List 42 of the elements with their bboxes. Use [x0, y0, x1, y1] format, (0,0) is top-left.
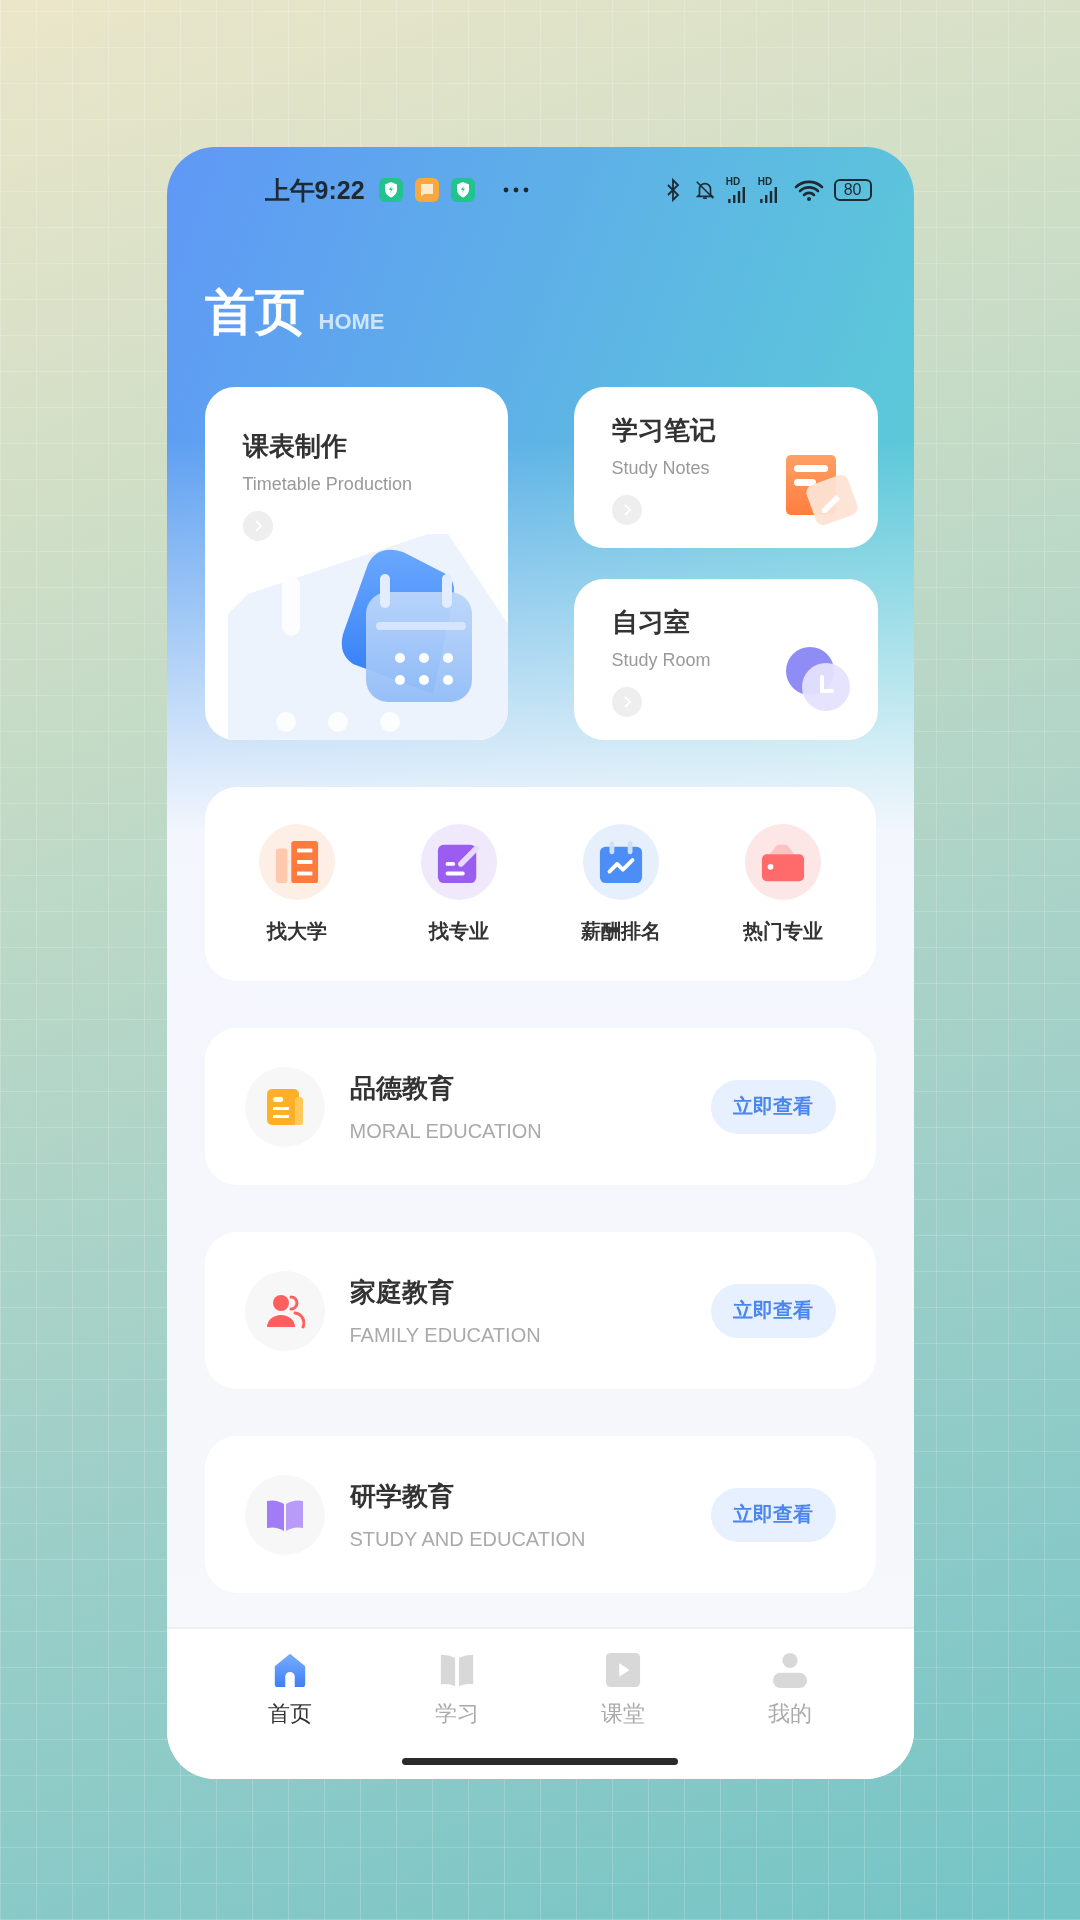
document-icon [264, 1086, 305, 1127]
network-label: HD [725, 177, 741, 187]
card-subtitle: Timetable Production [242, 473, 413, 495]
page-title: 首页 [204, 283, 305, 342]
shield-icon [378, 178, 403, 202]
topic-subtitle: STUDY AND EDUCATION [349, 1527, 587, 1551]
person-icon [771, 1651, 810, 1689]
topic-subtitle: FAMILY EDUCATION [349, 1323, 542, 1347]
card-subtitle: Study Notes [611, 457, 711, 479]
signal-icon [757, 187, 780, 203]
shortcut-item[interactable]: 找专业 [408, 823, 509, 945]
topic-card[interactable]: 品德教育 MORAL EDUCATION 立即查看 [204, 1028, 876, 1185]
page-subtitle: HOME [318, 309, 385, 335]
feature-card[interactable]: 学习笔记 Study Notes [573, 387, 878, 548]
card-title: 自习室 [611, 606, 691, 639]
topic-card[interactable]: 家庭教育 FAMILY EDUCATION 立即查看 [204, 1232, 876, 1389]
topic-title: 研学教育 [349, 1479, 455, 1513]
play-icon [604, 1651, 643, 1689]
message-icon [414, 178, 439, 202]
battery-indicator: 80 [833, 179, 872, 201]
topic-card[interactable]: 研学教育 STUDY AND EDUCATION 立即查看 [204, 1436, 876, 1593]
feature-card[interactable]: 自习室 Study Room [573, 579, 878, 740]
feature-card[interactable]: 课表制作 Timetable Production [204, 387, 508, 740]
mute-bell-icon [693, 178, 716, 202]
more-icon [502, 187, 529, 193]
shortcut-item[interactable]: 热门专业 [733, 823, 834, 945]
card-title: 学习笔记 [611, 414, 717, 447]
shortcut-item[interactable]: 找大学 [246, 823, 347, 945]
signal-icon [725, 187, 748, 203]
topic-subtitle: MORAL EDUCATION [349, 1119, 543, 1143]
topic-title: 家庭教育 [349, 1275, 455, 1309]
book-stack-icon [273, 838, 320, 885]
wifi-icon [793, 178, 824, 202]
tab-item[interactable]: 首页 [244, 1651, 335, 1733]
card-subtitle: Study Room [611, 649, 712, 671]
card-title: 课表制作 [242, 430, 348, 463]
topic-title: 品德教育 [349, 1071, 455, 1105]
status-time: 上午9:22 [264, 174, 365, 206]
shield-icon [450, 178, 475, 202]
network-label: HD [757, 177, 773, 187]
chart-calendar-icon [598, 838, 645, 885]
shortcut-item[interactable]: 薪酬排名 [571, 823, 672, 945]
